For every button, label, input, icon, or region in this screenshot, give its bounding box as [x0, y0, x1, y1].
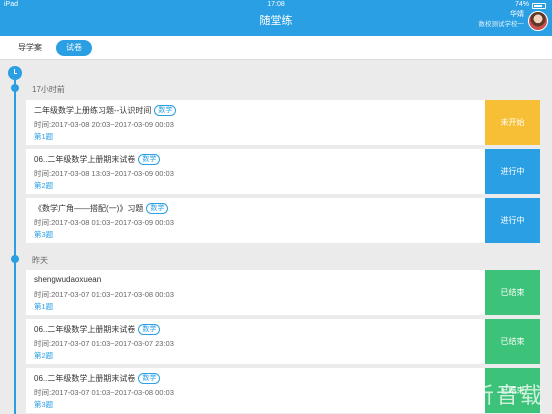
exam-time: 时间:2017-03-07 01:03~2017-03-08 00:03 — [34, 290, 174, 299]
exam-card[interactable]: shengwudaoxuean 时间:2017-03-07 01:03~2017… — [26, 270, 540, 315]
group-label: 昨天 — [32, 256, 48, 265]
question-count: 第1题 — [34, 302, 54, 311]
group-label: 17小时前 — [32, 85, 65, 94]
nav-bar: iPad 17:08 74% 随堂练 华婧 数校测试学校一 — [0, 0, 552, 36]
question-count: 第1题 — [34, 132, 54, 141]
subject-tag: 数学 — [138, 154, 161, 165]
subject-tag: 数学 — [138, 373, 161, 384]
exam-title: 06..二年级数学上册期末试卷 — [34, 325, 136, 334]
exam-time: 时间:2017-03-07 01:03~2017-03-08 00:03 — [34, 388, 174, 397]
watermark-text: 一听音载 — [447, 383, 544, 408]
question-count: 第3题 — [34, 400, 54, 409]
timeline-line — [14, 78, 16, 414]
subject-tag: 数学 — [138, 324, 161, 335]
timeline-dot — [11, 255, 19, 263]
subject-tag: 数学 — [154, 105, 177, 116]
question-count: 第2题 — [34, 181, 54, 190]
exam-card[interactable]: 二年级数学上册练习题--认识时间 数学 时间:2017-03-08 20:03~2… — [26, 100, 540, 145]
question-count: 第2题 — [34, 351, 54, 360]
user-name: 华婧 — [510, 11, 524, 18]
status-bar: iPad 17:08 74% — [0, 0, 552, 10]
watermark: 听 一听音载 — [413, 378, 544, 410]
exam-title: 《数学广角——搭配(一)》习题 — [34, 204, 144, 213]
exam-title: 06..二年级数学上册期末试卷 — [34, 155, 136, 164]
exam-time: 时间:2017-03-08 20:03~2017-03-09 00:03 — [34, 120, 174, 129]
user-info[interactable]: 华婧 数校测试学校一 — [479, 10, 525, 30]
battery-indicator: 74% — [515, 0, 546, 10]
tab-bar: 导学案 试卷 — [0, 36, 552, 60]
exam-title: shengwudaoxuean — [34, 275, 102, 284]
timeline-dot — [11, 84, 19, 92]
exam-card[interactable]: 《数学广角——搭配(一)》习题 数学 时间:2017-03-08 01:03~20… — [26, 198, 540, 243]
exam-title: 06..二年级数学上册期末试卷 — [34, 374, 136, 383]
battery-icon — [532, 2, 546, 9]
status-badge[interactable]: 已结束 — [485, 270, 540, 315]
question-count: 第3题 — [34, 230, 54, 239]
exam-time: 时间:2017-03-08 01:03~2017-03-09 00:03 — [34, 218, 174, 227]
exam-time: 时间:2017-03-08 13:03~2017-03-09 00:03 — [34, 169, 174, 178]
listen-logo-icon: 听 — [413, 380, 442, 408]
exam-card[interactable]: 06..二年级数学上册期末试卷 数学 时间:2017-03-07 01:03~20… — [26, 319, 540, 364]
status-badge[interactable]: 未开始 — [485, 100, 540, 145]
avatar[interactable] — [528, 11, 548, 31]
battery-percent: 74% — [514, 1, 529, 8]
exam-time: 时间:2017-03-07 01:03~2017-03-07 23:03 — [34, 339, 174, 348]
clock-time: 17:08 — [267, 1, 285, 8]
status-badge[interactable]: 进行中 — [485, 149, 540, 194]
clock-icon — [8, 66, 22, 80]
tab-exam[interactable]: 试卷 — [56, 40, 92, 56]
page-title: 随堂练 — [259, 15, 293, 27]
status-badge[interactable]: 已结束 — [485, 319, 540, 364]
exam-title: 二年级数学上册练习题--认识时间 — [34, 106, 152, 115]
subject-tag: 数学 — [146, 203, 169, 214]
user-school: 数校测试学校一 — [478, 21, 525, 28]
exam-card[interactable]: 06..二年级数学上册期末试卷 数学 时间:2017-03-08 13:03~20… — [26, 149, 540, 194]
status-badge[interactable]: 进行中 — [485, 198, 540, 243]
tab-guide[interactable]: 导学案 — [10, 40, 50, 56]
